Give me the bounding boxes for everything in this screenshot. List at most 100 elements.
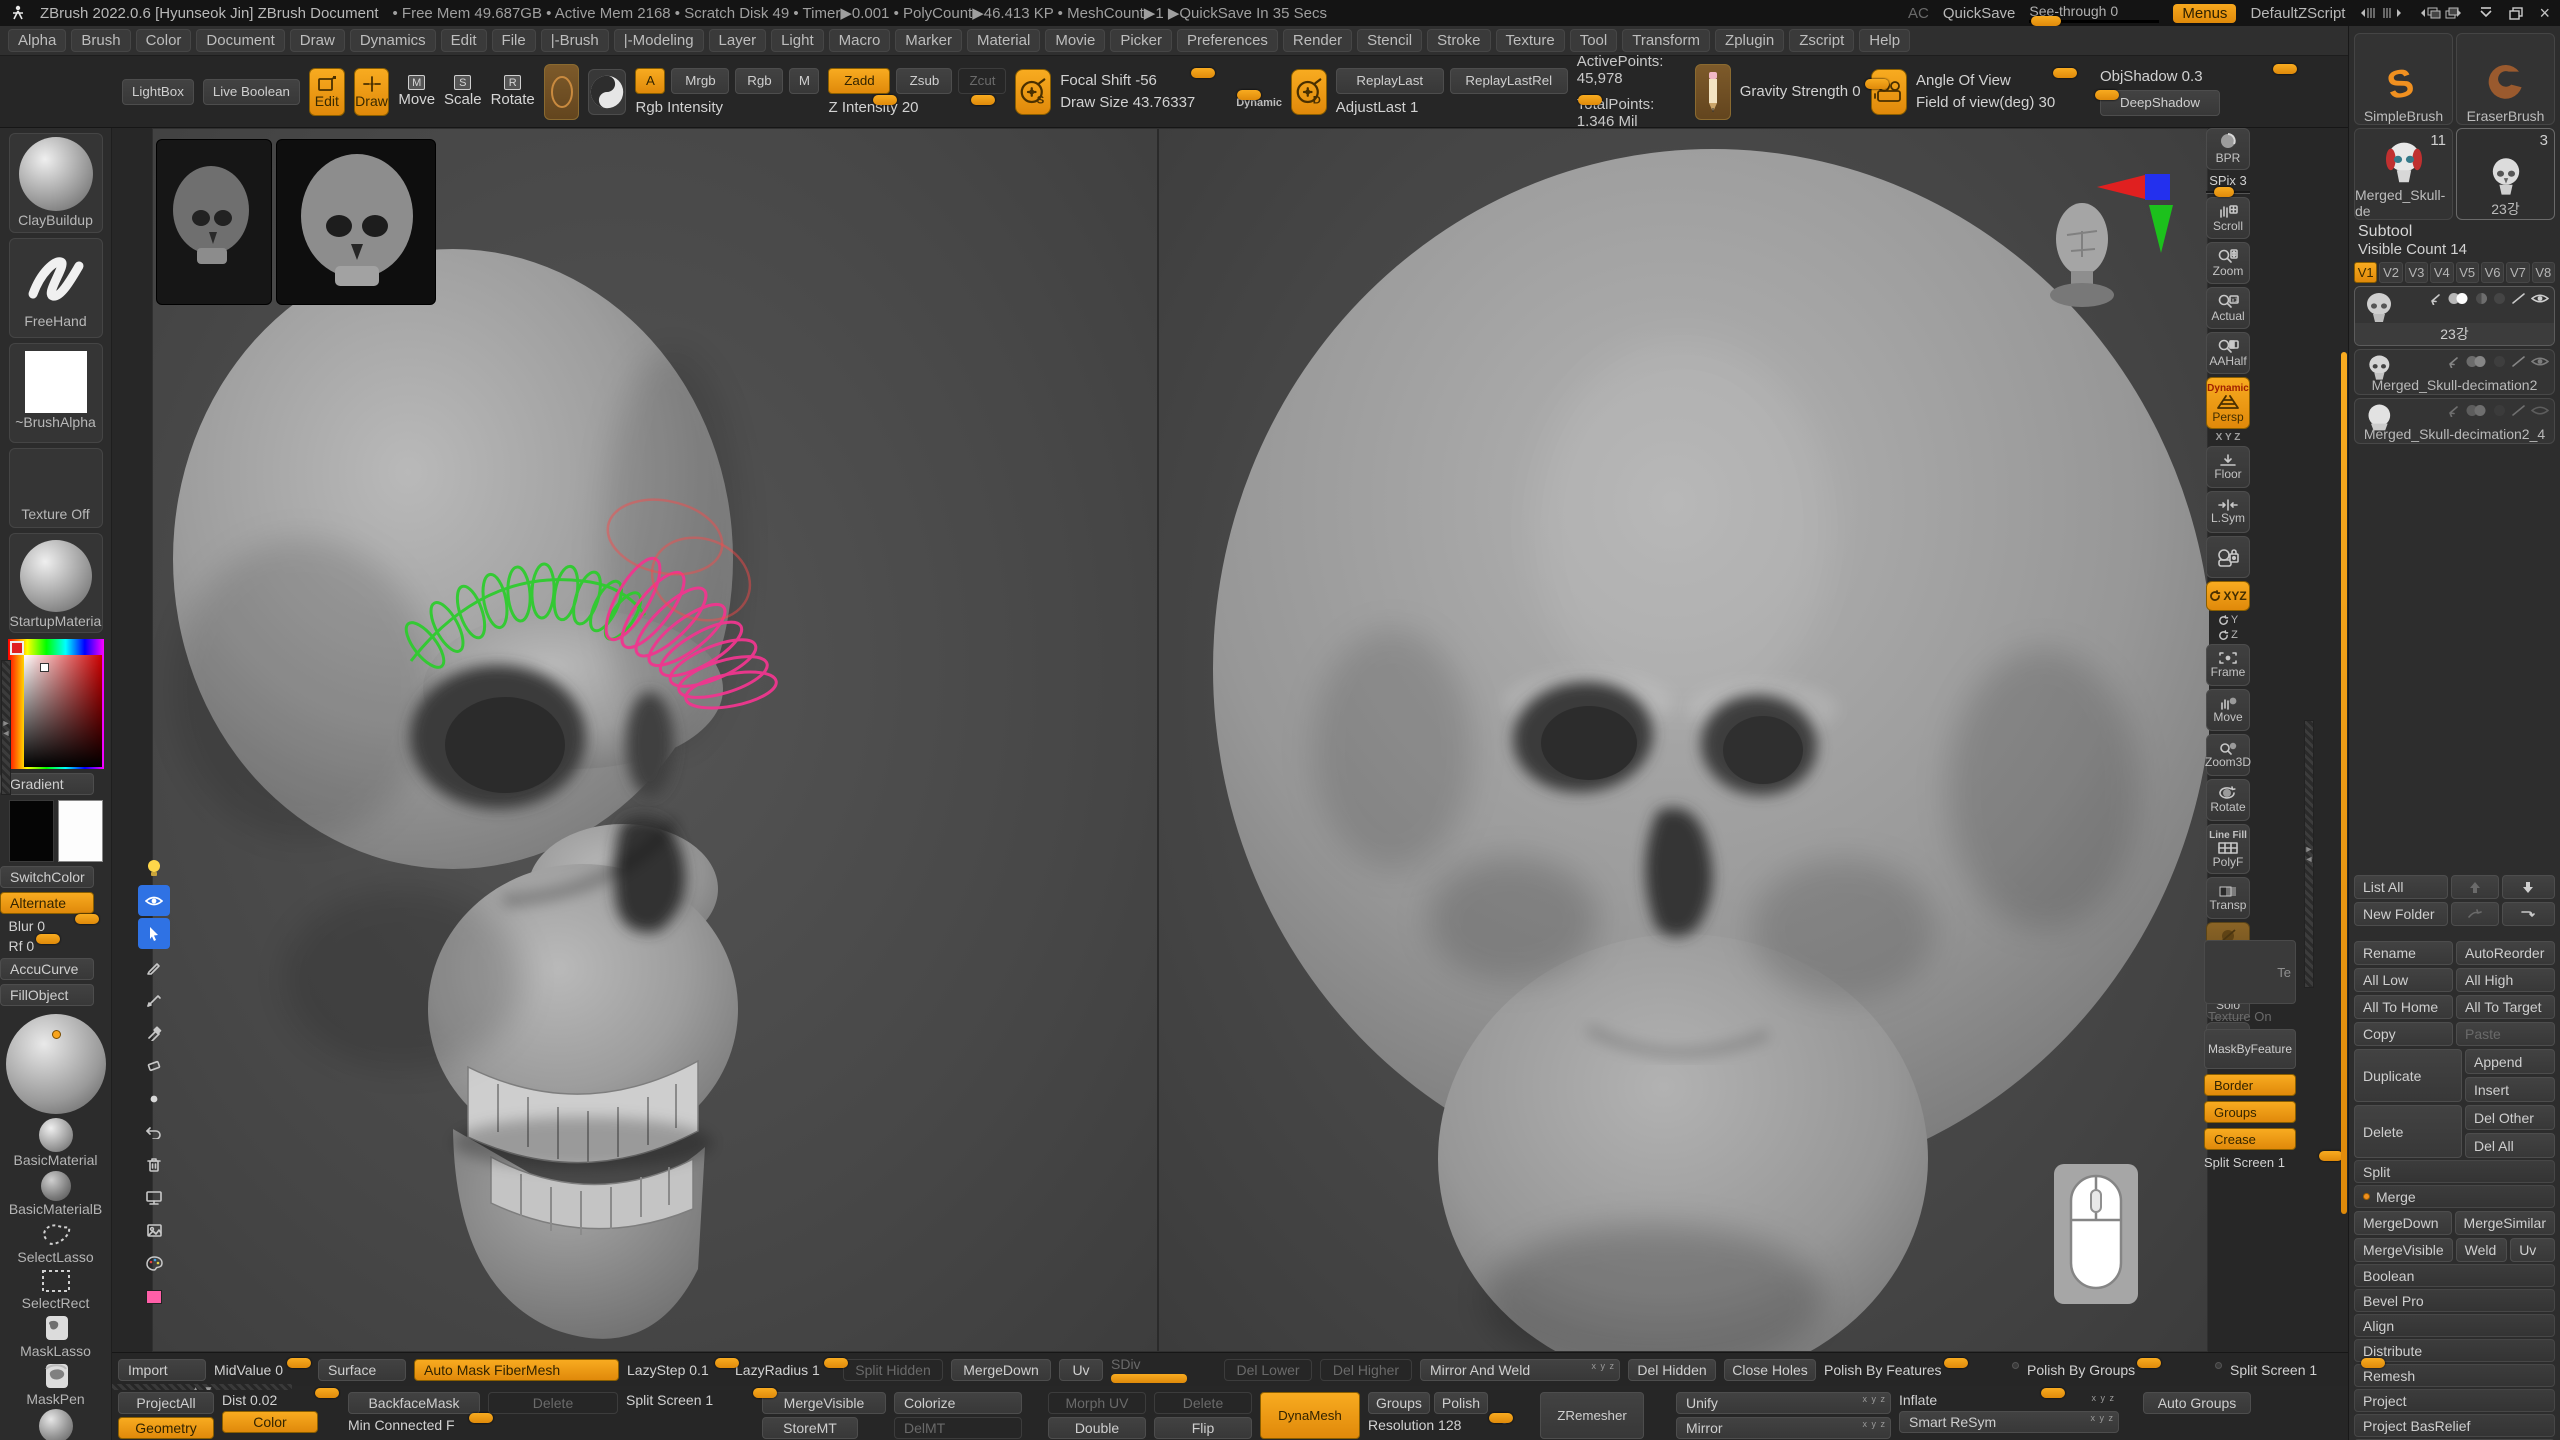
move-up-button[interactable]: [2451, 875, 2498, 899]
uv-button[interactable]: Uv: [2510, 1238, 2555, 1262]
live-boolean-button[interactable]: Live Boolean: [203, 79, 300, 105]
texture-slot[interactable]: Te: [2204, 940, 2296, 1004]
main-color-swatch[interactable]: [9, 800, 54, 862]
autoreorder-button[interactable]: AutoReorder: [2456, 941, 2555, 965]
actual-button[interactable]: x1 Actual: [2206, 287, 2250, 329]
color-swatch-pink[interactable]: [138, 1281, 170, 1312]
menu-movie[interactable]: Movie: [1045, 29, 1105, 52]
m-button[interactable]: M: [789, 68, 819, 94]
polish-by-features-slider[interactable]: Polish By Features: [1824, 1362, 2019, 1378]
border-button[interactable]: Border: [2204, 1074, 2296, 1096]
color-picker[interactable]: [8, 639, 104, 769]
subtool-section-title[interactable]: Subtool: [2354, 220, 2555, 241]
subtool-item-3[interactable]: Merged_Skull-decimation2_4: [2354, 398, 2555, 444]
section-boolean[interactable]: Boolean: [2354, 1264, 2555, 1287]
all-to-target-button[interactable]: All To Target: [2456, 995, 2555, 1019]
tab-v3[interactable]: V3: [2405, 262, 2428, 283]
menus-button[interactable]: Menus: [2173, 4, 2236, 23]
menu-file[interactable]: File: [492, 29, 536, 52]
switch-color-button[interactable]: SwitchColor: [0, 866, 94, 888]
projectall-button[interactable]: ProjectAll: [118, 1392, 214, 1414]
menu-macro[interactable]: Macro: [829, 29, 891, 52]
tab-v4[interactable]: V4: [2430, 262, 2453, 283]
material-preview-sphere[interactable]: [6, 1014, 106, 1114]
paint-slash-icon[interactable]: [2511, 404, 2526, 417]
uv-button-bottom[interactable]: Uv: [1059, 1359, 1103, 1381]
current-texture-tile[interactable]: Texture Off: [9, 448, 103, 528]
rgb-intensity-slider[interactable]: Rgb Intensity: [635, 99, 815, 116]
section-remesh[interactable]: Remesh: [2354, 1364, 2555, 1387]
smart-resym-button[interactable]: x y zSmart ReSym: [1899, 1411, 2119, 1433]
new-folder-button[interactable]: New Folder: [2354, 902, 2448, 926]
zremesher-button[interactable]: ZRemesher: [1540, 1392, 1644, 1439]
tab-v5[interactable]: V5: [2456, 262, 2479, 283]
menu-imodeling[interactable]: |-Modeling: [614, 29, 704, 52]
current-material-thumbnail[interactable]: [588, 69, 626, 115]
lazyradius-slider[interactable]: LazyRadius 1: [735, 1362, 835, 1378]
tool-thumbnail-merged-skull[interactable]: 11 Merged_Skull-de: [2354, 128, 2453, 220]
subtool-scrollbar[interactable]: [2341, 352, 2347, 1214]
displacement-toggle-icon[interactable]: [2493, 292, 2506, 305]
quickpick-smooth[interactable]: Smooth: [0, 1409, 111, 1440]
zoom3d-button[interactable]: Zoom3D: [2206, 734, 2250, 776]
menu-preferences[interactable]: Preferences: [1177, 29, 1278, 52]
subtool-drop-icon[interactable]: [2445, 356, 2459, 368]
paint-slash-icon[interactable]: [2511, 355, 2526, 368]
quicksave-button[interactable]: QuickSave: [1943, 5, 2016, 22]
camera-head-widget[interactable]: [2049, 195, 2119, 315]
delmt-button[interactable]: DelMT: [894, 1417, 1022, 1439]
alternate-button[interactable]: Alternate: [0, 892, 94, 914]
scroll-button[interactable]: Scroll: [2206, 197, 2250, 239]
crease-button[interactable]: Crease: [2204, 1128, 2296, 1150]
bpr-button[interactable]: BPR: [2206, 128, 2250, 170]
uv-toggle-icon[interactable]: [2475, 292, 2488, 305]
group-into-button[interactable]: [2502, 902, 2555, 926]
eye-tool-button[interactable]: [138, 885, 170, 916]
duplicate-button[interactable]: Duplicate: [2354, 1049, 2462, 1102]
section-project-basrelief[interactable]: Project BasRelief: [2354, 1414, 2555, 1437]
menu-draw[interactable]: Draw: [290, 29, 345, 52]
uv-toggle-icon[interactable]: [2493, 404, 2506, 417]
restore-button[interactable]: [2509, 7, 2523, 20]
groups-button-bottom[interactable]: Groups: [1368, 1392, 1430, 1414]
right-panel-collapse-handle[interactable]: ►◄: [2304, 720, 2314, 988]
move-down-button[interactable]: [2502, 875, 2555, 899]
menu-color[interactable]: Color: [136, 29, 192, 52]
menu-transform[interactable]: Transform: [1622, 29, 1710, 52]
simplebrush-thumbnail[interactable]: S SimpleBrush: [2354, 33, 2453, 125]
tab-v6[interactable]: V6: [2481, 262, 2504, 283]
sdiv-slider[interactable]: SDiv: [1111, 1356, 1216, 1383]
move-canvas-button[interactable]: Move: [2206, 689, 2250, 731]
resolution-slider[interactable]: Resolution 128: [1368, 1417, 1508, 1433]
close-button[interactable]: ×: [2539, 3, 2550, 24]
del-all-button[interactable]: Del All: [2465, 1133, 2555, 1158]
rotate-y-button[interactable]: Y: [2218, 614, 2238, 626]
delete-button[interactable]: Delete: [2354, 1105, 2462, 1158]
tool-thumbnail-23[interactable]: 3 23강: [2456, 128, 2555, 220]
subtool-item-selected[interactable]: 23강: [2354, 286, 2555, 346]
light-bulb-icon[interactable]: [138, 852, 170, 883]
current-brush-tile[interactable]: ClayBuildup: [9, 133, 103, 233]
groups-button[interactable]: Groups: [2204, 1101, 2296, 1123]
transparency-button[interactable]: Transp: [2206, 877, 2250, 919]
geometry-button[interactable]: Geometry: [118, 1417, 214, 1439]
dist-slider[interactable]: Dist 0.02: [222, 1392, 340, 1408]
color-button[interactable]: Color: [222, 1411, 318, 1433]
rotate-z-button[interactable]: Z: [2218, 629, 2238, 641]
split-section[interactable]: Split: [2354, 1160, 2555, 1183]
split-hidden-button[interactable]: Split Hidden: [843, 1359, 943, 1381]
rotate-xyz-button[interactable]: XYZ: [2206, 581, 2250, 611]
backfacemask-button[interactable]: BackfaceMask: [348, 1392, 480, 1414]
menu-texture[interactable]: Texture: [1496, 29, 1565, 52]
tab-v2[interactable]: V2: [2379, 262, 2402, 283]
camera-lock-button[interactable]: [2206, 536, 2250, 578]
scale-button[interactable]: S Scale: [444, 75, 482, 108]
mergevisible-button[interactable]: MergeVisible: [2354, 1238, 2453, 1262]
subtool-item-2[interactable]: Merged_Skull-decimation2: [2354, 349, 2555, 395]
surface-button[interactable]: Surface: [318, 1359, 406, 1381]
eraserbrush-thumbnail[interactable]: EraserBrush: [2456, 33, 2555, 125]
all-low-button[interactable]: All Low: [2354, 968, 2453, 992]
quickpick-masklasso[interactable]: MaskLasso: [0, 1313, 111, 1359]
unify-button[interactable]: x y zUnify: [1676, 1392, 1891, 1414]
zoom-button[interactable]: Zoom: [2206, 242, 2250, 284]
